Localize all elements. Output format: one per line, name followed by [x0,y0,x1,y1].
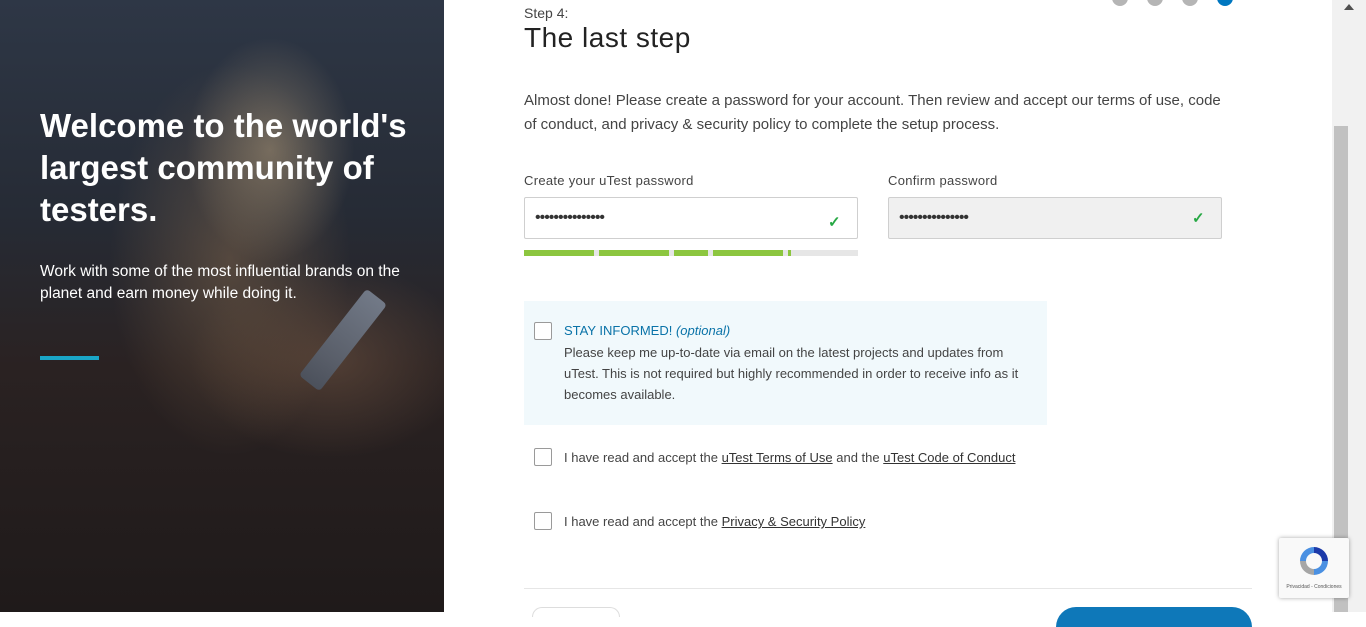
step-dot-4 [1217,0,1233,6]
confirm-password-label: Confirm password [888,173,998,188]
hero-panel: Welcome to the world's largest community… [0,0,444,612]
terms-and: and the [836,450,880,465]
signup-form: Step 4: The last step Almost done! Pleas… [444,0,1332,627]
stay-informed-text: Please keep me up-to-date via email on t… [564,345,1019,402]
terms-of-use-link[interactable]: uTest Terms of Use [722,450,833,465]
complete-setup-button[interactable] [1056,607,1252,627]
stay-informed-checkbox[interactable] [534,322,552,340]
strength-segment [524,250,594,256]
password-strength-meter [524,250,858,256]
stay-informed-heading: STAY INFORMED! [564,323,673,338]
strength-segment [788,250,791,256]
step-dot-1 [1112,0,1128,6]
recaptcha-links[interactable]: Privacidad - Condiciones [1281,584,1347,590]
privacy-prefix: I have read and accept the [564,514,718,529]
page-title: The last step [524,22,691,53]
strength-segment [599,250,669,256]
strength-segment [713,250,783,256]
hero-title: Welcome to the world's largest community… [40,107,407,228]
code-of-conduct-link[interactable]: uTest Code of Conduct [883,450,1015,465]
back-button[interactable] [532,607,620,617]
hero-background-image [298,288,388,392]
scroll-up-arrow-icon[interactable] [1344,4,1354,10]
page-scrollbar[interactable] [1332,0,1366,612]
hero-subtitle: Work with some of the most influential b… [40,263,400,302]
terms-prefix: I have read and accept the [564,450,718,465]
recaptcha-icon [1300,547,1328,575]
confirm-password-input[interactable] [888,197,1222,239]
intro-text: Almost done! Please create a password fo… [524,92,1221,133]
terms-checkbox[interactable] [534,448,552,466]
privacy-policy-link[interactable]: Privacy & Security Policy [722,514,866,529]
strength-segment [674,250,708,256]
privacy-checkbox[interactable] [534,512,552,530]
hero-accent-bar [40,356,99,360]
password-input[interactable] [524,197,858,239]
step-label: Step 4: [524,5,569,21]
step-dot-2 [1147,0,1163,6]
stay-informed-title: STAY INFORMED! (optional) [564,323,730,338]
recaptcha-badge[interactable]: Privacidad - Condiciones [1279,538,1349,598]
confirm-valid-check-icon: ✓ [1192,210,1205,227]
footer-divider [524,588,1252,589]
optional-tag: (optional) [675,323,731,338]
terms-agreement-text: I have read and accept the uTest Terms o… [564,447,1044,468]
password-valid-check-icon: ✓ [828,214,841,231]
step-dot-3 [1182,0,1198,6]
password-label: Create your uTest password [524,173,694,188]
privacy-agreement-text: I have read and accept the Privacy & Sec… [564,511,1044,532]
